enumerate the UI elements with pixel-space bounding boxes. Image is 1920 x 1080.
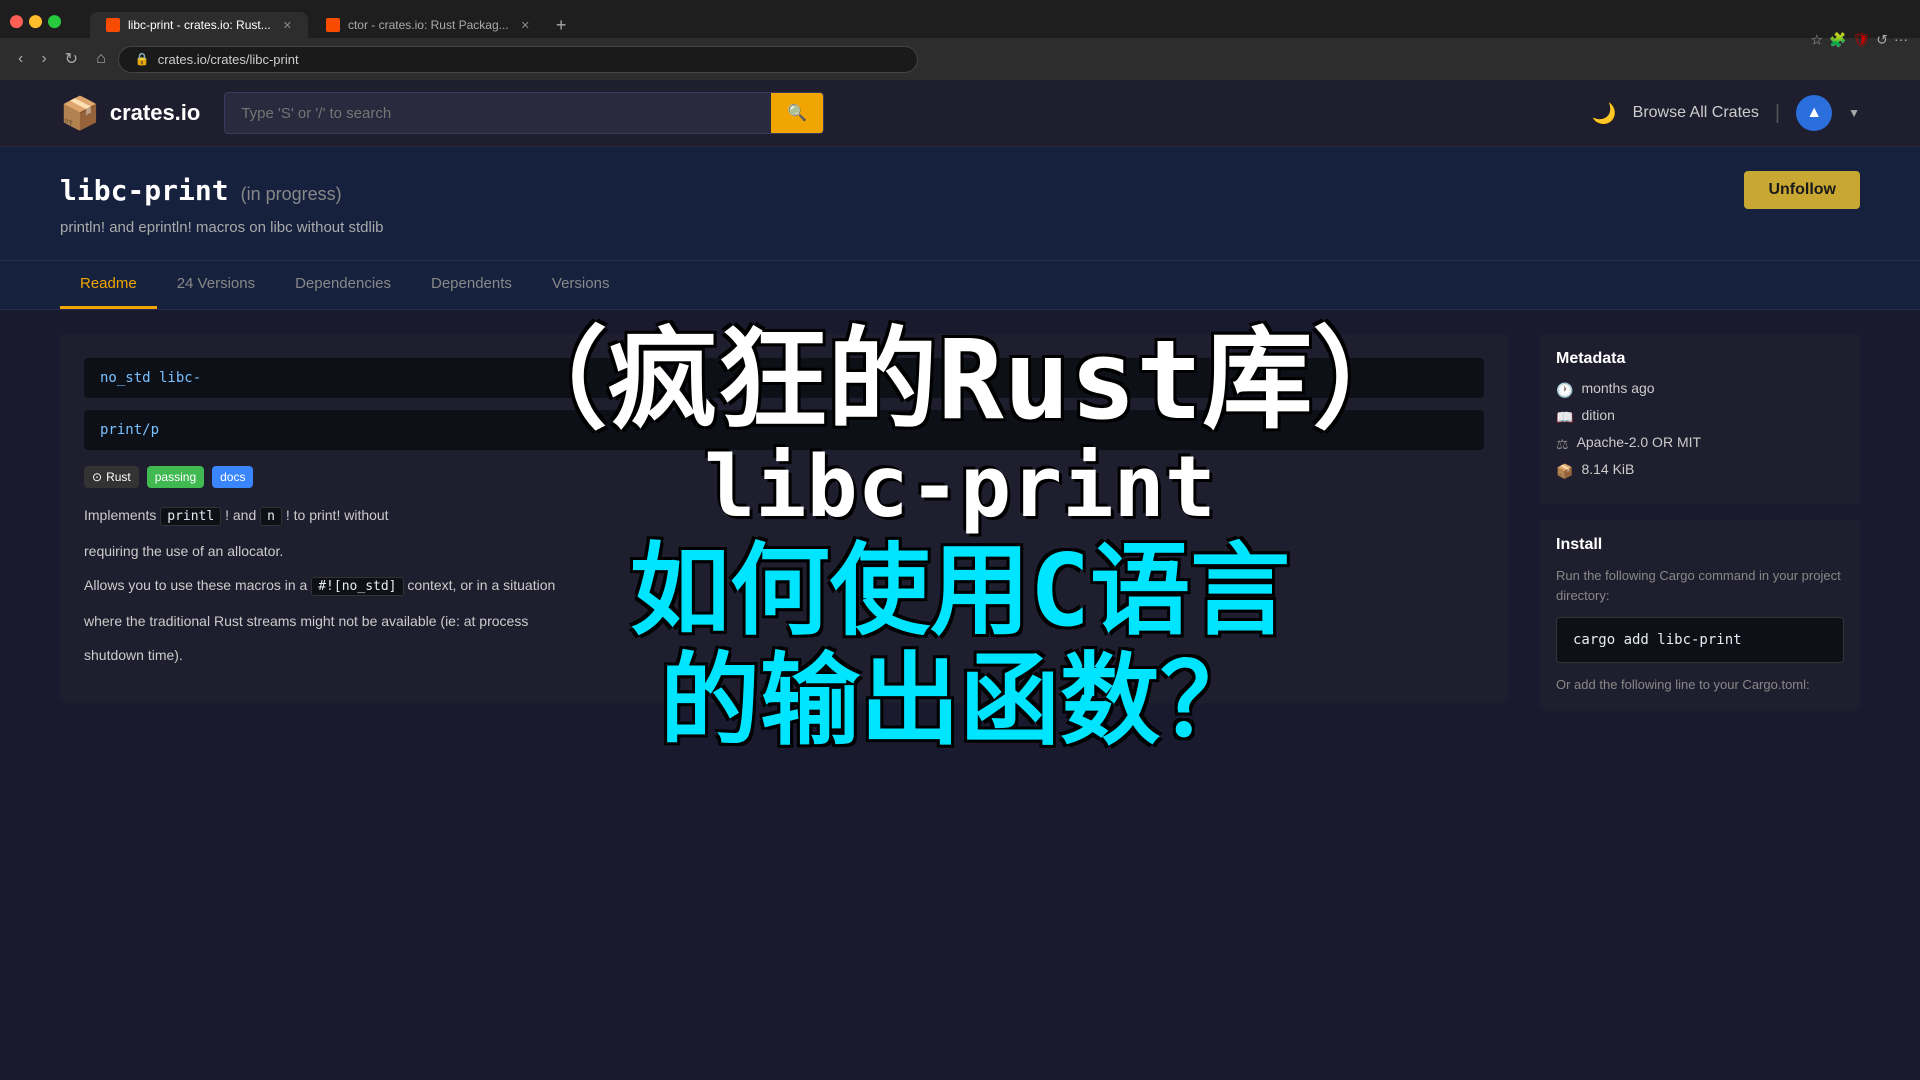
minimize-window-btn[interactable] [29,15,42,28]
install-card: Install Run the following Cargo command … [1540,520,1860,711]
tab-versions[interactable]: 24 Versions [157,261,275,309]
readme-code-block1: no_std libc- [84,358,1484,398]
install-command[interactable]: cargo add libc-print [1556,617,1844,663]
readme-para4: where the traditional Rust streams might… [84,610,1484,632]
refresh2-icon[interactable]: ↺ [1876,32,1888,49]
toml-desc: Or add the following line to your Cargo.… [1556,675,1844,695]
meta-published: 🕐 months ago [1556,380,1844,399]
crate-main: no_std libc- print/p ⊙ Rust passing docs… [60,310,1508,751]
back-button[interactable]: ‹ [12,46,29,72]
tab-dependencies[interactable]: Dependencies [275,261,411,309]
readme-para2: requiring the use of an allocator. [84,540,1484,562]
metadata-card: Metadata 🕐 months ago 📖 dition ⚖ Apache-… [1540,334,1860,504]
crate-header: libc-print (in progress) Unfollow printl… [0,147,1920,261]
tab-readme[interactable]: Readme [60,261,157,309]
search-bar: 🔍 [224,92,824,134]
tab-label: libc-print - crates.io: Rust... [128,18,271,32]
user-avatar[interactable]: ▲ [1796,95,1832,131]
crate-content: no_std libc- print/p ⊙ Rust passing docs… [0,310,1920,751]
site-logo[interactable]: 📦 crates.io [60,94,200,132]
shield-icon[interactable]: 🛡 [1852,32,1870,49]
crates-site: 📦 crates.io 🔍 🌙 Browse All Crates | ▲ ▼ … [0,80,1920,1080]
crate-name-version: libc-print (in progress) [60,174,342,207]
metadata-title: Metadata [1556,350,1844,368]
dark-mode-toggle[interactable]: 🌙 [1592,101,1617,126]
forward-button[interactable]: › [35,46,52,72]
badge-row: ⊙ Rust passing docs [84,466,1484,488]
edition-icon: 📖 [1556,409,1573,426]
badge-github: ⊙ Rust [84,466,139,488]
search-icon: 🔍 [787,105,807,122]
browser-frame: libc-print - crates.io: Rust... ✕ ctor -… [0,0,1920,80]
meta-license: ⚖ Apache-2.0 OR MIT [1556,434,1844,453]
tab-favicon [106,18,120,32]
crate-version: (in progress) [241,184,342,205]
crate-description: println! and eprintln! macros on libc wi… [60,219,1860,236]
browse-all-crates-link[interactable]: Browse All Crates [1633,104,1759,122]
new-tab-button[interactable]: + [548,15,575,36]
logo-text: crates.io [110,100,201,126]
address-bar[interactable]: 🔒 crates.io/crates/libc-print [118,46,918,73]
meta-edition: 📖 dition [1556,407,1844,426]
header-actions: 🌙 Browse All Crates | ▲ ▼ [1592,95,1860,131]
maximize-window-btn[interactable] [48,15,61,28]
size-icon: 📦 [1556,463,1573,480]
meta-size: 📦 8.14 KiB [1556,461,1844,480]
header-divider: | [1775,102,1780,125]
readme-code-block2: print/p [84,410,1484,450]
tab2-favicon [326,18,340,32]
browser-tab-active[interactable]: libc-print - crates.io: Rust... ✕ [90,12,308,38]
readme-para3: Allows you to use these macros in a #![n… [84,574,1484,598]
badge-passing: passing [147,466,204,488]
lock-icon: 🔒 [135,52,150,66]
crate-sidebar: Metadata 🕐 months ago 📖 dition ⚖ Apache-… [1540,310,1860,751]
settings-icon[interactable]: ⋯ [1894,32,1908,49]
crate-name: libc-print [60,174,229,207]
readme-para5: shutdown time). [84,644,1484,666]
site-header: 📦 crates.io 🔍 🌙 Browse All Crates | ▲ ▼ [0,80,1920,147]
dropdown-arrow-icon[interactable]: ▼ [1848,106,1860,120]
home-button[interactable]: ⌂ [90,46,112,72]
install-desc: Run the following Cargo command in your … [1556,566,1844,605]
crate-tabs: Readme 24 Versions Dependencies Dependen… [0,261,1920,310]
url-text: crates.io/crates/libc-print [158,52,901,67]
github-icon: ⊙ [92,470,102,484]
tab2-close-icon[interactable]: ✕ [521,19,530,32]
inline-code3: #![no_std] [311,577,403,596]
tab2-label: ctor - crates.io: Rust Packag... [348,18,509,32]
tab-dependents[interactable]: Dependents [411,261,532,309]
browser-right-controls: ☆ 🧩 🛡 ↺ ⋯ [1810,32,1908,49]
extensions-icon[interactable]: 🧩 [1829,32,1846,49]
close-window-btn[interactable] [10,15,23,28]
license-icon: ⚖ [1556,436,1569,453]
search-button[interactable]: 🔍 [771,93,823,133]
inline-code2: n [260,507,282,526]
badge-docs: docs [212,466,253,488]
tab-versions2[interactable]: Versions [532,261,630,309]
readme-section: no_std libc- print/p ⊙ Rust passing docs… [60,334,1508,703]
install-title: Install [1556,536,1844,554]
search-input[interactable] [225,95,771,132]
logo-icon: 📦 [60,94,100,132]
code-line1: no_std libc- [100,370,201,386]
tab-close-icon[interactable]: ✕ [283,19,292,32]
refresh-button[interactable]: ↻ [59,45,84,73]
bookmark-icon[interactable]: ☆ [1810,32,1823,49]
code-line2: print/p [100,422,159,438]
inline-code1: printl [160,507,221,526]
readme-para1: Implements printl ! and n ! to print! wi… [84,504,1484,528]
browser-tab-inactive[interactable]: ctor - crates.io: Rust Packag... ✕ [310,12,546,38]
unfollow-button[interactable]: Unfollow [1744,171,1860,209]
clock-icon: 🕐 [1556,382,1573,399]
crate-title-row: libc-print (in progress) Unfollow [60,171,1860,209]
